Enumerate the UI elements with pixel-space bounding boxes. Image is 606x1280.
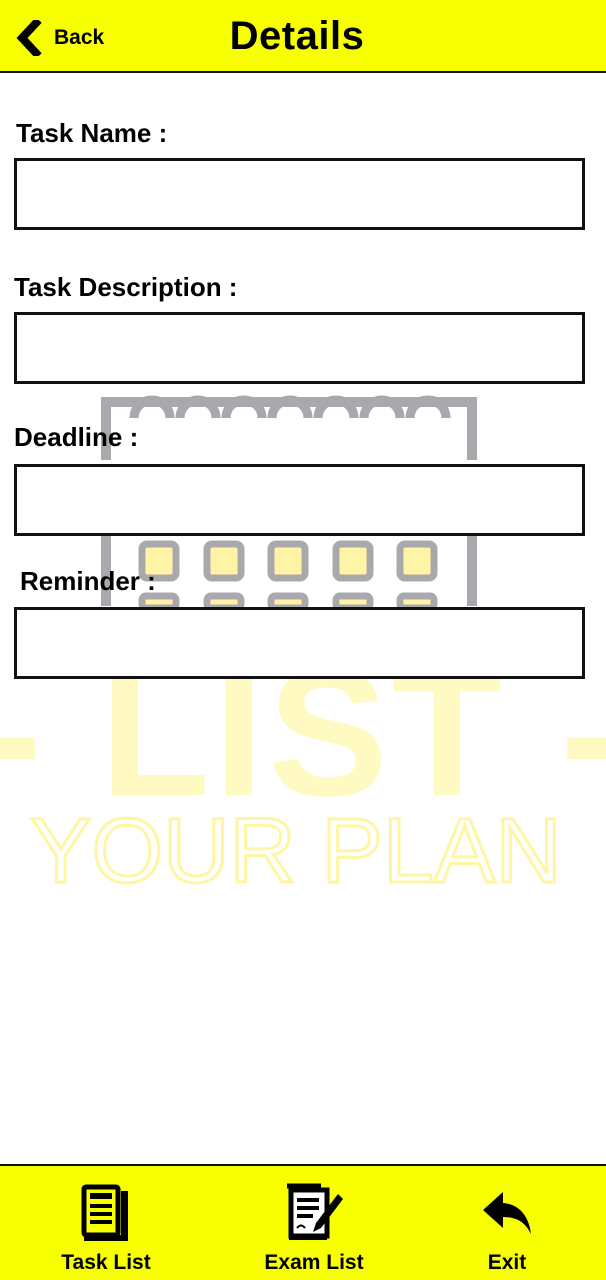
- task-description-label: Task Description :: [14, 272, 238, 302]
- deadline-input[interactable]: [14, 464, 585, 536]
- reply-arrow-icon: [483, 1192, 531, 1234]
- task-name-label: Task Name :: [16, 118, 168, 148]
- nav-exam-list-label: Exam List: [264, 1251, 364, 1274]
- back-label: Back: [54, 26, 105, 49]
- back-button[interactable]: Back: [16, 18, 104, 58]
- chevron-left-icon: [16, 20, 42, 56]
- nav-exit[interactable]: Exit: [470, 1166, 544, 1280]
- document-pen-icon: [287, 1183, 343, 1240]
- reminder-input[interactable]: [14, 607, 585, 679]
- task-name-input[interactable]: [14, 158, 585, 230]
- nav-exam-list[interactable]: Exam List: [252, 1166, 376, 1280]
- notebook-icon: [81, 1184, 128, 1241]
- reminder-label: Reminder :: [20, 566, 156, 596]
- task-description-input[interactable]: [14, 312, 585, 384]
- nav-task-list[interactable]: Task List: [50, 1166, 162, 1280]
- header-bar: Back Details: [0, 0, 606, 73]
- nav-exit-label: Exit: [487, 1251, 527, 1274]
- deadline-label: Deadline :: [14, 422, 139, 452]
- bottom-nav: Task List Exam List Exit: [0, 1164, 606, 1280]
- details-screen: Back Details - LIST - YOUR PLAN Task Nam…: [0, 0, 606, 1280]
- nav-task-list-label: Task List: [61, 1251, 151, 1274]
- svg-text:YOUR PLAN: YOUR PLAN: [30, 800, 562, 900]
